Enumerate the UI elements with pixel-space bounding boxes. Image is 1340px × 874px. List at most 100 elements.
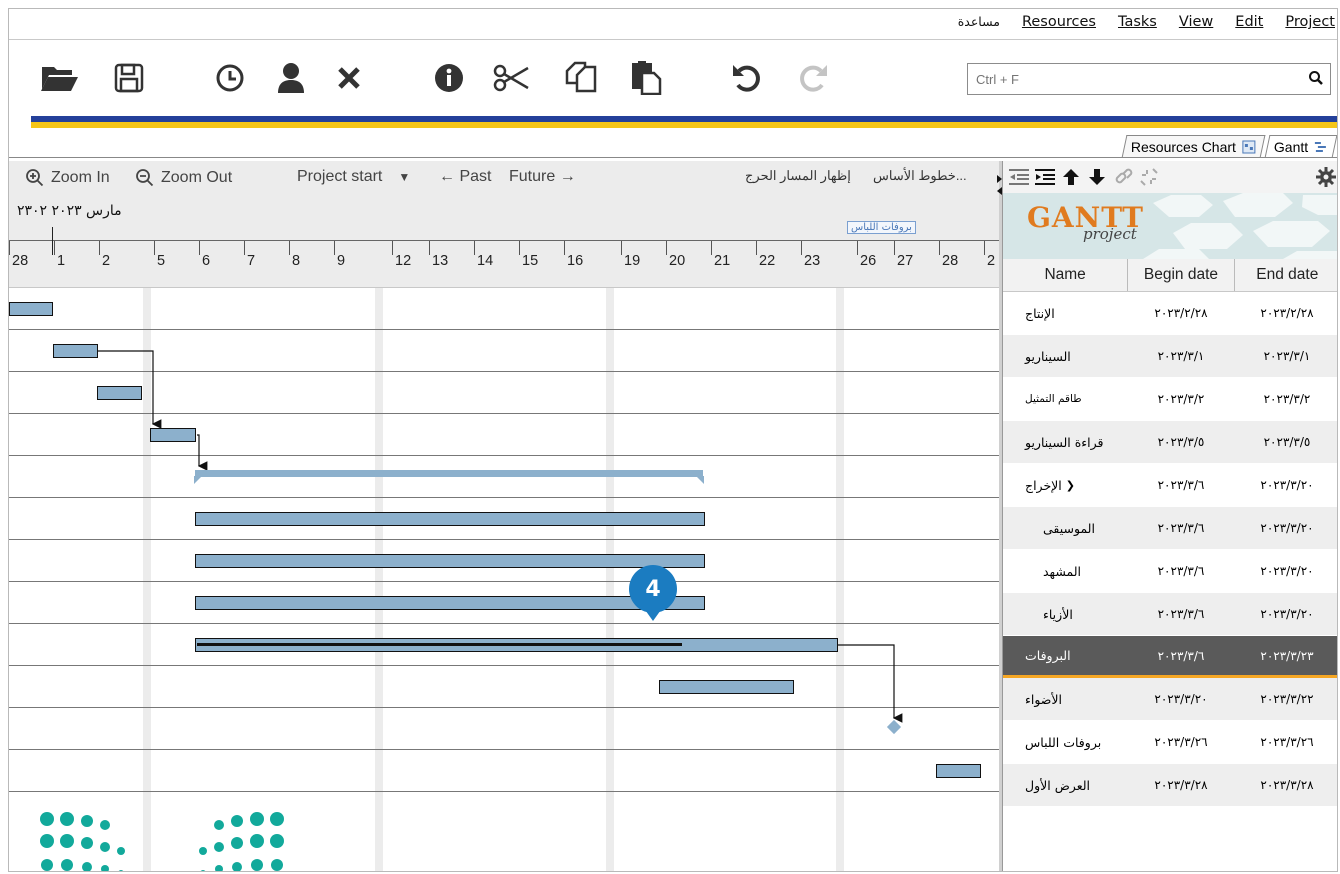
timeline-tick <box>244 241 245 255</box>
task-bar[interactable] <box>53 344 98 358</box>
table-row[interactable]: العرض الأول ٢٠٢٣/٣/٢٨ ٢٠٢٣/٣/٢٨ <box>1003 764 1337 807</box>
callout-badge: 4 <box>629 565 677 613</box>
tab-divider <box>9 157 1337 158</box>
timeline-day-label: 19 <box>624 253 641 269</box>
info-icon[interactable] <box>429 60 469 96</box>
menu-resources[interactable]: Resources <box>1022 14 1096 30</box>
column-header-end-date[interactable]: End date <box>1235 259 1337 291</box>
future-label: Future → <box>509 168 576 185</box>
ministry-logo-icon <box>40 812 284 871</box>
clock-icon[interactable] <box>210 60 250 96</box>
project-start-dropdown[interactable]: Project start ▼ <box>297 168 410 186</box>
timeline-day-label: 8 <box>292 253 301 269</box>
task-bar[interactable] <box>195 512 705 526</box>
today-marker <box>52 227 53 255</box>
timeline-day-label: 20 <box>669 253 686 269</box>
search-box[interactable] <box>967 63 1331 95</box>
tab-gantt-label: Gantt <box>1273 139 1308 155</box>
chevron-down-icon[interactable]: ❯ <box>1066 479 1075 492</box>
task-bar[interactable] <box>97 386 142 400</box>
timeline-tick <box>666 241 667 255</box>
table-row[interactable]: الأزياء ٢٠٢٣/٣/٦ ٢٠٢٣/٣/٢٠ <box>1003 593 1337 636</box>
timeline-day-label: 12 <box>395 253 412 269</box>
indent-icon[interactable] <box>1035 169 1055 185</box>
zoom-out-button[interactable]: Zoom Out <box>135 168 232 188</box>
user-icon[interactable] <box>271 60 311 96</box>
task-name: قراءة السيناريو <box>1025 434 1104 450</box>
task-bar[interactable] <box>195 596 705 610</box>
column-header-begin-date[interactable]: Begin date <box>1128 259 1235 291</box>
end-date: ٢٠٢٣/٣/٢٨ <box>1260 778 1314 792</box>
table-row[interactable]: الإنتاج ٢٠٢٣/٢/٢٨ ٢٠٢٣/٢/٢٨ <box>1003 292 1337 335</box>
menu-view[interactable]: View <box>1179 14 1213 30</box>
zoom-in-button[interactable]: Zoom In <box>25 168 110 188</box>
menu-edit[interactable]: Edit <box>1235 14 1263 30</box>
search-icon[interactable] <box>1308 70 1324 90</box>
timeline-day-label: 28 <box>942 253 959 269</box>
column-header-name[interactable]: Name <box>1003 259 1129 291</box>
gear-icon[interactable] <box>1316 167 1336 187</box>
timeline-tick <box>857 241 858 255</box>
task-name: العرض الأول <box>1025 777 1091 793</box>
past-label: ← Past <box>439 168 492 185</box>
table-row-selected[interactable]: البروفات ٢٠٢٣/٣/٦ ٢٠٢٣/٣/٢٣ <box>1003 636 1337 678</box>
link-icon[interactable] <box>1113 168 1133 186</box>
end-date: ٢٠٢٣/٣/٢٠ <box>1260 521 1314 535</box>
tab-resources-chart[interactable]: Resources Chart <box>1121 135 1266 158</box>
table-row[interactable]: طاقم التمثيل ٢٠٢٣/٣/٢ ٢٠٢٣/٣/٢ <box>1003 378 1337 421</box>
timeline-day-label: 2 <box>102 253 111 269</box>
timeline-tick <box>334 241 335 255</box>
menu-help[interactable]: مساعدة <box>958 14 1000 30</box>
unlink-icon[interactable] <box>1139 167 1159 187</box>
task-name: البروفات <box>1025 648 1071 663</box>
end-date: ٢٠٢٣/٣/١ <box>1263 349 1311 363</box>
task-bar[interactable] <box>659 680 794 694</box>
table-row[interactable]: الإخراج ❯ ٢٠٢٣/٣/٦ ٢٠٢٣/٣/٢٠ <box>1003 464 1337 507</box>
task-name: الإنتاج <box>1025 305 1055 321</box>
menu-project[interactable]: Project <box>1285 14 1335 30</box>
end-date: ٢٠٢٣/٢/٢٨ <box>1260 306 1314 320</box>
milestone-tag: بروفات اللباس <box>847 221 916 234</box>
save-icon[interactable] <box>109 60 149 96</box>
baselines-button[interactable]: خطوط الأساس... <box>873 168 967 184</box>
zoom-in-icon <box>26 169 44 187</box>
critical-path-button[interactable]: إظهار المسار الحرج <box>745 168 851 184</box>
begin-date: ٢٠٢٣/٣/٦ <box>1157 564 1205 578</box>
menu-tasks[interactable]: Tasks <box>1118 14 1157 30</box>
cut-icon[interactable] <box>492 60 532 96</box>
redo-icon[interactable] <box>793 60 833 96</box>
move-down-icon[interactable] <box>1087 167 1107 187</box>
undo-icon[interactable] <box>727 60 767 96</box>
table-row[interactable]: الأضواء ٢٠٢٣/٣/٢٠ ٢٠٢٣/٣/٢٢ <box>1003 678 1337 721</box>
task-name: الأزياء <box>1043 606 1073 622</box>
zoom-out-icon <box>136 169 154 187</box>
task-bar[interactable] <box>9 302 53 316</box>
outdent-icon[interactable] <box>1009 169 1029 185</box>
timeline-tick <box>9 241 10 255</box>
open-folder-icon[interactable] <box>39 60 79 96</box>
copy-icon[interactable] <box>561 60 601 96</box>
tab-resources-label: Resources Chart <box>1130 139 1236 155</box>
table-row[interactable]: بروفات اللباس ٢٠٢٣/٣/٢٦ ٢٠٢٣/٣/٢٦ <box>1003 721 1337 764</box>
table-row[interactable]: الموسيقى ٢٠٢٣/٣/٦ ٢٠٢٣/٣/٢٠ <box>1003 507 1337 550</box>
task-bar[interactable] <box>195 554 705 568</box>
timeline-tick <box>756 241 757 255</box>
end-date: ٢٠٢٣/٣/٢٠ <box>1260 478 1314 492</box>
future-button[interactable]: Future → <box>509 168 576 186</box>
move-up-icon[interactable] <box>1061 167 1081 187</box>
delete-icon[interactable] <box>329 60 369 96</box>
task-bar[interactable] <box>936 764 981 778</box>
task-name: الأضواء <box>1025 691 1063 707</box>
table-row[interactable]: السيناريو ٢٠٢٣/٣/١ ٢٠٢٣/٣/١ <box>1003 335 1337 378</box>
table-row[interactable]: المشهد ٢٠٢٣/٣/٦ ٢٠٢٣/٣/٢٠ <box>1003 550 1337 593</box>
task-name: طاقم التمثيل <box>1025 393 1082 405</box>
tab-gantt[interactable]: Gantt <box>1264 135 1337 158</box>
paste-icon[interactable] <box>626 60 666 96</box>
table-row[interactable]: قراءة السيناريو ٢٠٢٣/٣/٥ ٢٠٢٣/٣/٥ <box>1003 421 1337 464</box>
end-date: ٢٠٢٣/٣/٢٣ <box>1260 648 1314 663</box>
search-input[interactable] <box>974 64 1298 94</box>
task-bar[interactable] <box>150 428 196 442</box>
timeline-day-label: 5 <box>157 253 166 269</box>
summary-bar-ends <box>194 476 704 484</box>
past-button[interactable]: ← Past <box>439 168 491 186</box>
